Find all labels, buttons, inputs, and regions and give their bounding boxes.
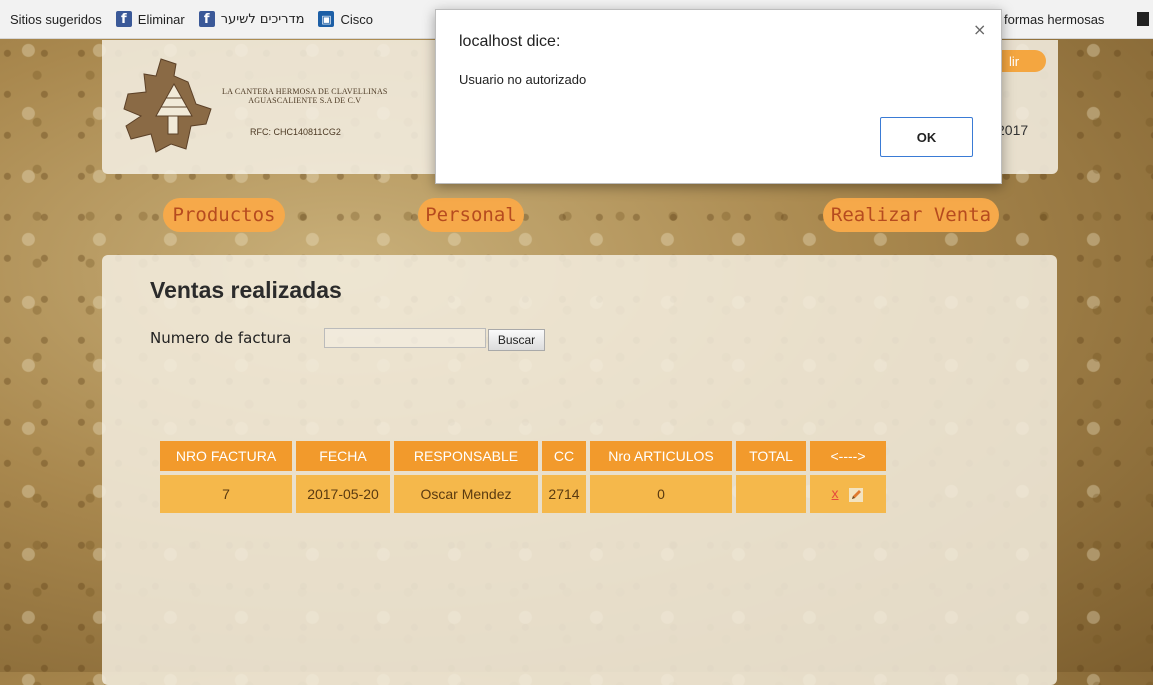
cell-nro-factura: 7	[160, 475, 292, 513]
facebook-icon: f	[115, 11, 132, 27]
col-actions: <---->	[810, 441, 886, 471]
bookmark-label: Sitios sugeridos	[10, 11, 102, 27]
nav-personal[interactable]: Personal	[418, 198, 524, 232]
alert-message: Usuario no autorizado	[459, 72, 587, 87]
company-name-line2: AGUASCALIENTE S.A DE C.V	[248, 96, 362, 105]
company-name-line1: LA CANTERA HERMOSA DE CLAVELLINAS	[222, 87, 388, 96]
cell-nro-articulos: 0	[590, 475, 732, 513]
table-header-row: NRO FACTURA FECHA RESPONSABLE CC Nro ART…	[160, 441, 886, 471]
bookmark-cisco[interactable]: ▣ Cisco	[318, 11, 373, 27]
col-nro-factura: NRO FACTURA	[160, 441, 292, 471]
delete-link[interactable]: x	[832, 485, 839, 501]
col-responsable: RESPONSABLE	[394, 441, 538, 471]
table-row: 7 2017-05-20 Oscar Mendez 2714 0 x	[160, 475, 886, 513]
close-icon[interactable]: ×	[973, 20, 986, 39]
bookmark-overflow-icon[interactable]	[1137, 12, 1149, 26]
bookmark-label: מדריכים לשיער	[220, 11, 305, 27]
col-total: TOTAL	[736, 441, 806, 471]
search-button[interactable]: Buscar	[488, 329, 545, 351]
bookmark-eliminar[interactable]: f Eliminar	[115, 11, 185, 27]
search-label: Numero de factura	[150, 329, 292, 347]
cell-responsable: Oscar Mendez	[394, 475, 538, 513]
col-fecha: FECHA	[296, 441, 390, 471]
nav-realizar-venta[interactable]: Realizar Venta	[823, 198, 999, 232]
invoice-number-input[interactable]	[324, 328, 486, 348]
main-content-card: Ventas realizadas Numero de factura Busc…	[102, 255, 1057, 685]
facebook-icon: f	[198, 11, 215, 27]
company-rfc: RFC: CHC140811CG2	[250, 127, 341, 137]
cisco-icon: ▣	[318, 11, 335, 27]
alert-dialog: localhost dice: × Usuario no autorizado …	[435, 9, 1002, 184]
bookmark-sitios-sugeridos[interactable]: Sitios sugeridos	[10, 12, 102, 27]
alert-title: localhost dice:	[459, 33, 561, 50]
sales-table: NRO FACTURA FECHA RESPONSABLE CC Nro ART…	[156, 437, 890, 517]
cell-cc: 2714	[542, 475, 586, 513]
bookmark-label: Cisco	[340, 11, 373, 27]
company-name: LA CANTERA HERMOSA DE CLAVELLINAS AGUASC…	[222, 87, 388, 105]
cell-fecha: 2017-05-20	[296, 475, 390, 513]
ok-button[interactable]: OK	[880, 117, 973, 157]
company-logo-icon	[123, 58, 212, 153]
edit-pencil-icon[interactable]	[848, 487, 864, 503]
nav-productos[interactable]: Productos	[163, 198, 285, 232]
bookmark-hebrew[interactable]: f מדריכים לשיער	[198, 11, 305, 27]
page-title: Ventas realizadas	[150, 277, 342, 303]
cell-actions: x	[810, 475, 886, 513]
bookmark-label: Eliminar	[137, 11, 185, 27]
col-cc: CC	[542, 441, 586, 471]
col-nro-articulos: Nro ARTICULOS	[590, 441, 732, 471]
cell-total	[736, 475, 806, 513]
bookmark-label: formas hermosas	[1004, 11, 1105, 27]
bookmark-formas-hermosas[interactable]: formas hermosas	[1004, 0, 1104, 38]
